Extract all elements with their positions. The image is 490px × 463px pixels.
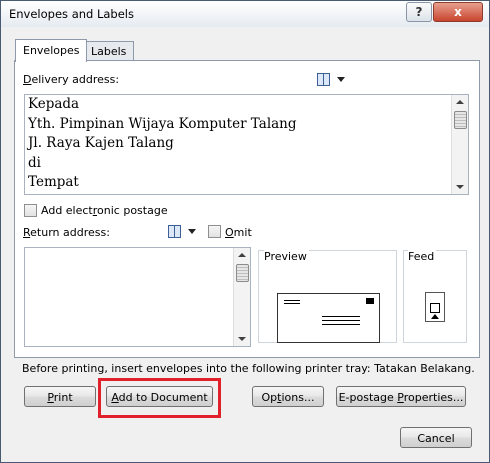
- scroll-up-icon[interactable]: [238, 253, 246, 257]
- cancel-button[interactable]: Cancel: [400, 427, 472, 448]
- dropdown-arrow-icon[interactable]: [188, 229, 196, 234]
- feed-area[interactable]: Feed: [403, 250, 467, 343]
- delivery-scrollbar[interactable]: [451, 95, 468, 194]
- scroll-up-icon[interactable]: [456, 100, 464, 104]
- envelope-preview-image: [277, 293, 380, 343]
- highlight-box: [98, 378, 221, 418]
- address-line: [322, 316, 360, 317]
- address-book-icon[interactable]: [317, 73, 330, 86]
- window-title: Envelopes and Labels: [9, 7, 134, 21]
- address-book-icon[interactable]: [168, 225, 181, 238]
- feed-orientation-icon: [425, 292, 445, 322]
- help-button[interactable]: ?: [406, 2, 432, 22]
- feed-label: Feed: [408, 250, 437, 263]
- print-button[interactable]: Print: [24, 386, 96, 407]
- options-button[interactable]: Options...: [252, 386, 324, 407]
- return-line: [284, 300, 300, 301]
- tab-labels[interactable]: Labels: [83, 41, 135, 61]
- address-line: [322, 320, 360, 321]
- stamp-mark: [366, 298, 374, 304]
- preview-label: Preview: [264, 250, 309, 263]
- delivery-address-label: Delivery address:: [23, 73, 120, 86]
- electronic-postage-label: Add electronic postage: [41, 204, 168, 217]
- omit-label: Omit: [225, 226, 252, 239]
- address-line: [322, 324, 360, 325]
- title-bar: Envelopes and Labels ? x: [1, 1, 489, 27]
- omit-checkbox[interactable]: [208, 225, 221, 238]
- preview-area[interactable]: Preview: [258, 250, 397, 343]
- envelopes-panel: Delivery address: Kepada Yth. Pimpinan W…: [14, 60, 480, 358]
- close-button[interactable]: x: [433, 2, 483, 22]
- feed-tray-mark: [430, 303, 440, 313]
- scroll-thumb[interactable]: [236, 264, 249, 282]
- envelopes-labels-dialog: Envelopes and Labels ? x Envelopes Label…: [0, 0, 490, 463]
- electronic-postage-checkbox[interactable]: [24, 204, 37, 217]
- return-line: [284, 303, 300, 304]
- delivery-address-field[interactable]: Kepada Yth. Pimpinan Wijaya Komputer Tal…: [24, 94, 469, 195]
- dropdown-arrow-icon[interactable]: [337, 77, 345, 82]
- return-scrollbar[interactable]: [233, 248, 250, 346]
- delivery-address-text: Kepada Yth. Pimpinan Wijaya Komputer Tal…: [28, 96, 297, 190]
- return-address-label: Return address:: [23, 226, 110, 239]
- return-address-field[interactable]: [24, 247, 251, 347]
- scroll-down-icon[interactable]: [238, 337, 246, 341]
- scroll-down-icon[interactable]: [456, 185, 464, 189]
- epostage-properties-button[interactable]: E-postage Properties...: [336, 386, 466, 407]
- printer-tray-note: Before printing, insert envelopes into t…: [22, 362, 475, 375]
- scroll-thumb[interactable]: [454, 111, 467, 129]
- tab-envelopes[interactable]: Envelopes: [15, 39, 88, 62]
- feed-arrow-icon: [431, 314, 439, 319]
